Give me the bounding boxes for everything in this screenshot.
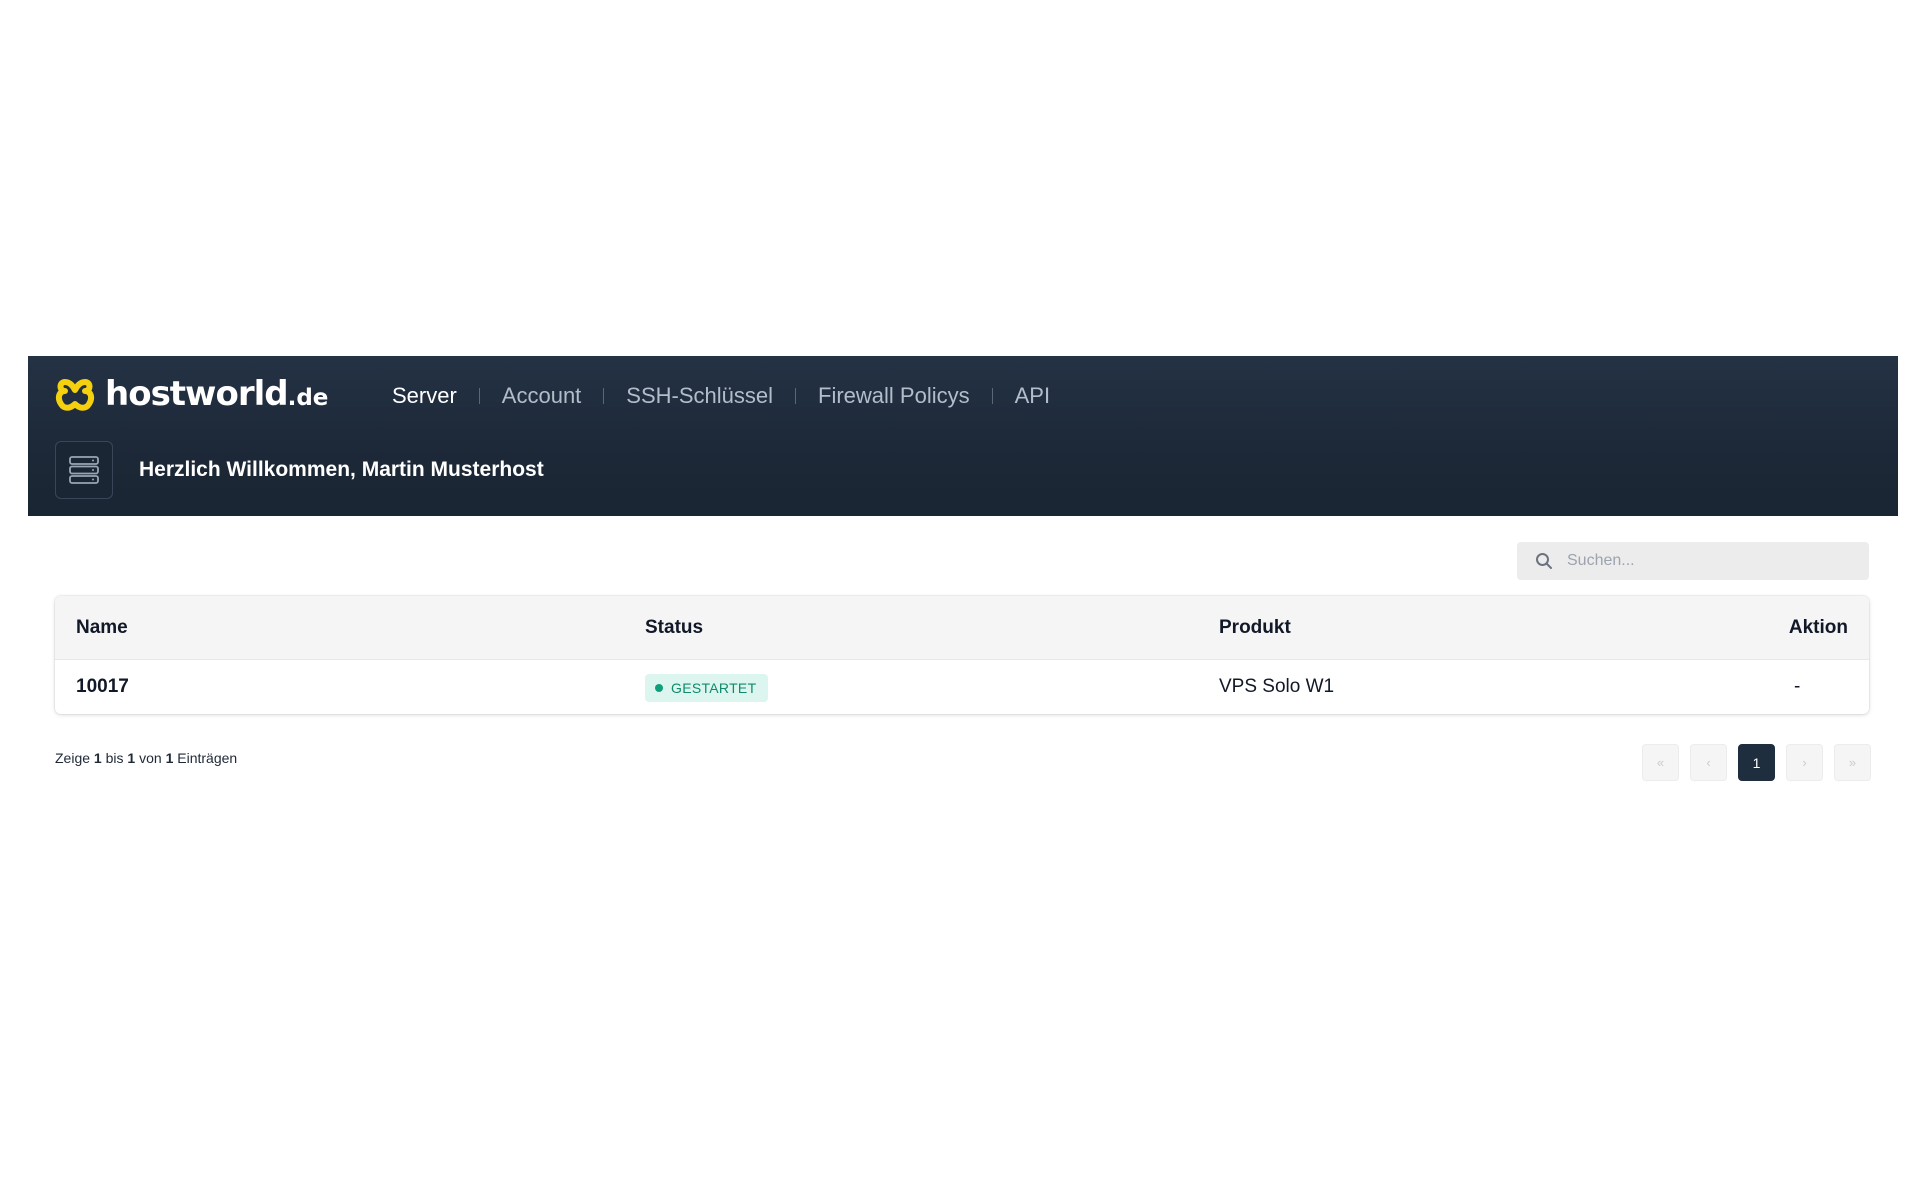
welcome-row: Herzlich Willkommen, Martin Musterhost xyxy=(55,440,544,500)
search-box[interactable] xyxy=(1517,542,1869,580)
column-header-status[interactable]: Status xyxy=(645,596,703,659)
search-input[interactable] xyxy=(1565,551,1849,571)
nav-item-ssh-keys[interactable]: SSH-Schlüssel xyxy=(604,376,795,416)
main-nav: Server Account SSH-Schlüssel Firewall Po… xyxy=(370,376,1072,416)
status-label: GESTARTET xyxy=(671,680,757,696)
table-header: Name Status Produkt Aktion xyxy=(55,596,1869,660)
server-stack-icon xyxy=(69,456,99,484)
last-page-button[interactable]: » xyxy=(1834,744,1871,781)
app: hostworld.de Server Account SSH-Schlüsse… xyxy=(28,356,1898,781)
brand-logo[interactable]: hostworld.de xyxy=(55,374,329,416)
server-name-cell[interactable]: 10017 xyxy=(76,660,129,714)
status-dot-icon xyxy=(655,684,663,692)
server-icon-box xyxy=(55,441,113,499)
table-info: Zeige 1 bis 1 von 1 Einträgen xyxy=(55,750,238,766)
column-header-name[interactable]: Name xyxy=(76,596,128,659)
next-page-button[interactable]: › xyxy=(1786,744,1823,781)
server-table: Name Status Produkt Aktion 10017 GESTART… xyxy=(55,596,1869,714)
pagination: « ‹ 1 › » xyxy=(1642,744,1871,781)
nav-item-firewall-policies[interactable]: Firewall Policys xyxy=(796,376,992,416)
search-icon xyxy=(1536,553,1552,569)
nav-item-server[interactable]: Server xyxy=(370,376,479,416)
welcome-message: Herzlich Willkommen, Martin Musterhost xyxy=(139,458,544,481)
nav-item-api[interactable]: API xyxy=(993,376,1072,416)
current-page-button[interactable]: 1 xyxy=(1738,744,1775,781)
table-row[interactable]: 10017 GESTARTET VPS Solo W1 - xyxy=(55,660,1869,714)
brand-name: hostworld.de xyxy=(105,374,329,414)
column-header-product[interactable]: Produkt xyxy=(1219,596,1291,659)
action-cell: - xyxy=(1794,676,1801,697)
nav-item-account[interactable]: Account xyxy=(480,376,604,416)
first-page-button[interactable]: « xyxy=(1642,744,1679,781)
product-cell: VPS Solo W1 xyxy=(1219,676,1335,697)
previous-page-button[interactable]: ‹ xyxy=(1690,744,1727,781)
column-header-action: Aktion xyxy=(1788,617,1848,638)
logo-mark-icon xyxy=(55,379,95,411)
status-badge: GESTARTET xyxy=(645,674,769,702)
top-header: hostworld.de Server Account SSH-Schlüsse… xyxy=(28,356,1898,516)
